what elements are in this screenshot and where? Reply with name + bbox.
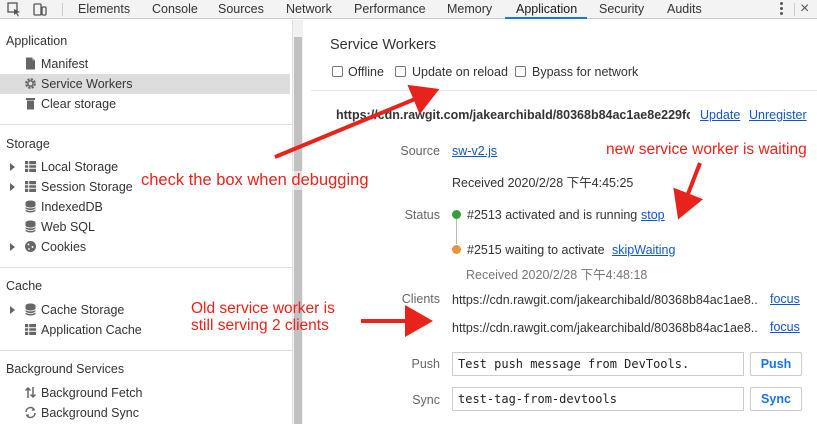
annotation-old-worker-line2: still serving 2 clients: [191, 317, 329, 334]
arrow-to-update-on-reload: [274, 84, 440, 159]
arrow-to-waiting-worker: [673, 162, 704, 220]
annotation-new-worker: new service worker is waiting: [606, 141, 807, 158]
annotation-old-worker-line1: Old service worker is: [191, 300, 335, 317]
annotation-arrows: [274, 84, 704, 337]
annotation-check-box: check the box when debugging: [141, 171, 369, 190]
